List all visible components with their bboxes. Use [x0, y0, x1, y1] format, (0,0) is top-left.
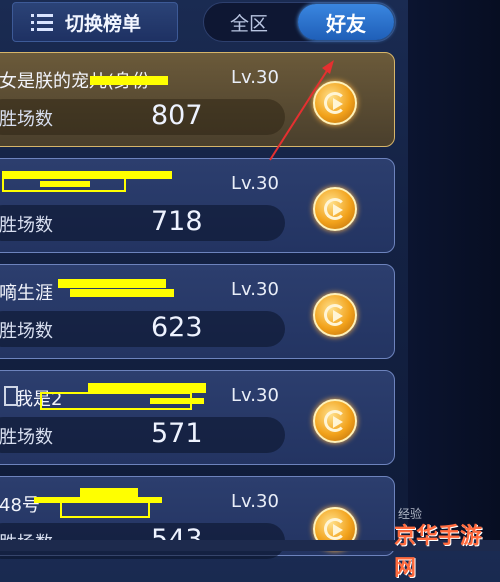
annotation-arrow: [269, 60, 334, 161]
watermark-brand: 京华手游网: [394, 524, 483, 581]
